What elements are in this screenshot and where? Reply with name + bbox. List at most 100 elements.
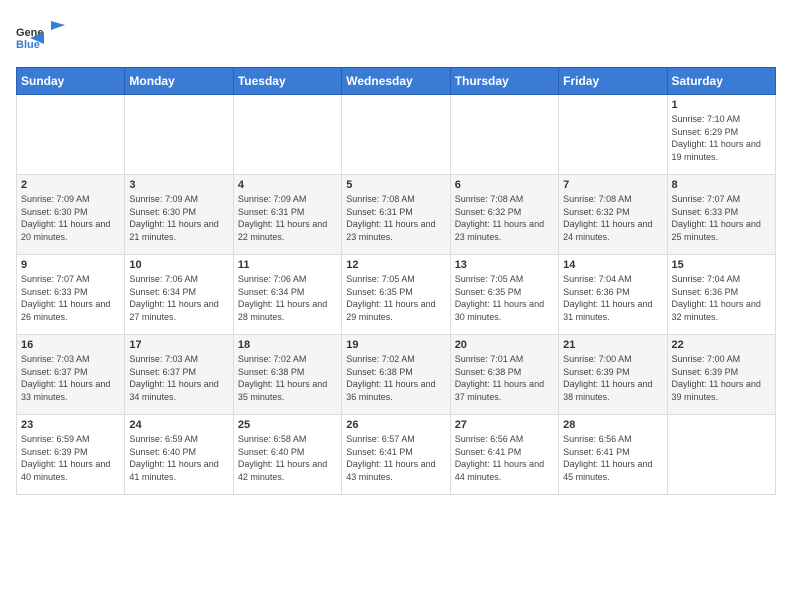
day-info: Sunrise: 7:08 AM Sunset: 6:32 PM Dayligh…	[455, 193, 554, 243]
day-info: Sunrise: 6:56 AM Sunset: 6:41 PM Dayligh…	[455, 433, 554, 483]
day-number: 21	[563, 339, 662, 351]
day-number: 24	[129, 419, 228, 431]
calendar-cell: 28 Sunrise: 6:56 AM Sunset: 6:41 PM Dayli…	[559, 415, 667, 495]
calendar-cell: 16 Sunrise: 7:03 AM Sunset: 6:37 PM Dayli…	[17, 335, 125, 415]
calendar-week-row: 2 Sunrise: 7:09 AM Sunset: 6:30 PM Daylig…	[17, 175, 776, 255]
day-info: Sunrise: 7:01 AM Sunset: 6:38 PM Dayligh…	[455, 353, 554, 403]
day-number: 13	[455, 259, 554, 271]
calendar-cell	[559, 95, 667, 175]
day-number: 4	[238, 179, 337, 191]
calendar-cell: 1 Sunrise: 7:10 AM Sunset: 6:29 PM Daylig…	[667, 95, 775, 175]
day-info: Sunrise: 6:57 AM Sunset: 6:41 PM Dayligh…	[346, 433, 445, 483]
day-info: Sunrise: 7:04 AM Sunset: 6:36 PM Dayligh…	[672, 273, 771, 323]
day-number: 27	[455, 419, 554, 431]
header-sunday: Sunday	[17, 68, 125, 95]
day-number: 22	[672, 339, 771, 351]
day-info: Sunrise: 7:07 AM Sunset: 6:33 PM Dayligh…	[672, 193, 771, 243]
calendar-cell: 6Sunrise: 7:08 AM Sunset: 6:32 PM Daylig…	[450, 175, 558, 255]
calendar-cell: 10Sunrise: 7:06 AM Sunset: 6:34 PM Dayli…	[125, 255, 233, 335]
calendar-week-row: 9Sunrise: 7:07 AM Sunset: 6:33 PM Daylig…	[17, 255, 776, 335]
calendar-cell: 14 Sunrise: 7:04 AM Sunset: 6:36 PM Dayli…	[559, 255, 667, 335]
day-number: 15	[672, 259, 771, 271]
day-number: 23	[21, 419, 120, 431]
calendar-cell: 8 Sunrise: 7:07 AM Sunset: 6:33 PM Daylig…	[667, 175, 775, 255]
day-number: 2	[21, 179, 120, 191]
day-info: Sunrise: 7:05 AM Sunset: 6:35 PM Dayligh…	[346, 273, 445, 323]
calendar-cell: 23 Sunrise: 6:59 AM Sunset: 6:39 PM Dayli…	[17, 415, 125, 495]
day-info: Sunrise: 7:09 AM Sunset: 6:30 PM Dayligh…	[129, 193, 228, 243]
calendar-cell: 7 Sunrise: 7:08 AM Sunset: 6:32 PM Daylig…	[559, 175, 667, 255]
day-number: 5	[346, 179, 445, 191]
day-info: Sunrise: 7:00 AM Sunset: 6:39 PM Dayligh…	[563, 353, 662, 403]
calendar-cell: 4 Sunrise: 7:09 AM Sunset: 6:31 PM Daylig…	[233, 175, 341, 255]
header-saturday: Saturday	[667, 68, 775, 95]
calendar-cell	[342, 95, 450, 175]
day-info: Sunrise: 7:02 AM Sunset: 6:38 PM Dayligh…	[238, 353, 337, 403]
logo: General Blue	[16, 16, 68, 55]
calendar-cell	[17, 95, 125, 175]
day-info: Sunrise: 6:59 AM Sunset: 6:40 PM Dayligh…	[129, 433, 228, 483]
day-info: Sunrise: 7:08 AM Sunset: 6:32 PM Dayligh…	[563, 193, 662, 243]
day-info: Sunrise: 7:05 AM Sunset: 6:35 PM Dayligh…	[455, 273, 554, 323]
calendar-header-row: SundayMondayTuesdayWednesdayThursdayFrid…	[17, 68, 776, 95]
day-number: 20	[455, 339, 554, 351]
calendar-cell: 13 Sunrise: 7:05 AM Sunset: 6:35 PM Dayli…	[450, 255, 558, 335]
calendar-cell: 3 Sunrise: 7:09 AM Sunset: 6:30 PM Daylig…	[125, 175, 233, 255]
day-info: Sunrise: 6:58 AM Sunset: 6:40 PM Dayligh…	[238, 433, 337, 483]
day-number: 8	[672, 179, 771, 191]
day-number: 16	[21, 339, 120, 351]
day-info: Sunrise: 7:00 AM Sunset: 6:39 PM Dayligh…	[672, 353, 771, 403]
calendar-cell: 24 Sunrise: 6:59 AM Sunset: 6:40 PM Dayli…	[125, 415, 233, 495]
day-number: 26	[346, 419, 445, 431]
day-number: 1	[672, 99, 771, 111]
calendar-cell: 21 Sunrise: 7:00 AM Sunset: 6:39 PM Dayli…	[559, 335, 667, 415]
day-info: Sunrise: 7:08 AM Sunset: 6:31 PM Dayligh…	[346, 193, 445, 243]
day-info: Sunrise: 6:59 AM Sunset: 6:39 PM Dayligh…	[21, 433, 120, 483]
calendar-cell: 22 Sunrise: 7:00 AM Sunset: 6:39 PM Dayli…	[667, 335, 775, 415]
calendar-cell: 26 Sunrise: 6:57 AM Sunset: 6:41 PM Dayli…	[342, 415, 450, 495]
day-number: 28	[563, 419, 662, 431]
header-tuesday: Tuesday	[233, 68, 341, 95]
calendar-week-row: 1 Sunrise: 7:10 AM Sunset: 6:29 PM Daylig…	[17, 95, 776, 175]
day-info: Sunrise: 6:56 AM Sunset: 6:41 PM Dayligh…	[563, 433, 662, 483]
day-number: 19	[346, 339, 445, 351]
header-thursday: Thursday	[450, 68, 558, 95]
calendar-cell: 12 Sunrise: 7:05 AM Sunset: 6:35 PM Dayli…	[342, 255, 450, 335]
day-info: Sunrise: 7:10 AM Sunset: 6:29 PM Dayligh…	[672, 113, 771, 163]
day-info: Sunrise: 7:03 AM Sunset: 6:37 PM Dayligh…	[21, 353, 120, 403]
day-number: 12	[346, 259, 445, 271]
day-number: 17	[129, 339, 228, 351]
day-number: 9	[21, 259, 120, 271]
day-number: 3	[129, 179, 228, 191]
calendar-cell: 17 Sunrise: 7:03 AM Sunset: 6:37 PM Dayli…	[125, 335, 233, 415]
calendar-cell	[233, 95, 341, 175]
day-info: Sunrise: 7:06 AM Sunset: 6:34 PM Dayligh…	[129, 273, 228, 323]
header-monday: Monday	[125, 68, 233, 95]
day-info: Sunrise: 7:03 AM Sunset: 6:37 PM Dayligh…	[129, 353, 228, 403]
calendar-cell: 5 Sunrise: 7:08 AM Sunset: 6:31 PM Daylig…	[342, 175, 450, 255]
logo-arrow-icon	[49, 16, 67, 34]
day-info: Sunrise: 7:04 AM Sunset: 6:36 PM Dayligh…	[563, 273, 662, 323]
day-number: 18	[238, 339, 337, 351]
day-number: 25	[238, 419, 337, 431]
day-number: 14	[563, 259, 662, 271]
day-info: Sunrise: 7:02 AM Sunset: 6:38 PM Dayligh…	[346, 353, 445, 403]
calendar-cell: 18 Sunrise: 7:02 AM Sunset: 6:38 PM Dayli…	[233, 335, 341, 415]
calendar-cell	[125, 95, 233, 175]
header: General Blue	[16, 16, 776, 55]
calendar-cell: 15 Sunrise: 7:04 AM Sunset: 6:36 PM Dayli…	[667, 255, 775, 335]
calendar-week-row: 16 Sunrise: 7:03 AM Sunset: 6:37 PM Dayli…	[17, 335, 776, 415]
day-number: 7	[563, 179, 662, 191]
svg-text:Blue: Blue	[16, 39, 40, 50]
calendar-cell: 20 Sunrise: 7:01 AM Sunset: 6:38 PM Dayli…	[450, 335, 558, 415]
calendar-cell: 27 Sunrise: 6:56 AM Sunset: 6:41 PM Dayli…	[450, 415, 558, 495]
calendar-cell	[450, 95, 558, 175]
calendar-cell: 11Sunrise: 7:06 AM Sunset: 6:34 PM Dayli…	[233, 255, 341, 335]
day-info: Sunrise: 7:09 AM Sunset: 6:31 PM Dayligh…	[238, 193, 337, 243]
calendar-table: SundayMondayTuesdayWednesdayThursdayFrid…	[16, 67, 776, 495]
day-info: Sunrise: 7:06 AM Sunset: 6:34 PM Dayligh…	[238, 273, 337, 323]
calendar-cell: 19 Sunrise: 7:02 AM Sunset: 6:38 PM Dayli…	[342, 335, 450, 415]
calendar-week-row: 23 Sunrise: 6:59 AM Sunset: 6:39 PM Dayli…	[17, 415, 776, 495]
day-info: Sunrise: 7:09 AM Sunset: 6:30 PM Dayligh…	[21, 193, 120, 243]
calendar-cell: 2 Sunrise: 7:09 AM Sunset: 6:30 PM Daylig…	[17, 175, 125, 255]
